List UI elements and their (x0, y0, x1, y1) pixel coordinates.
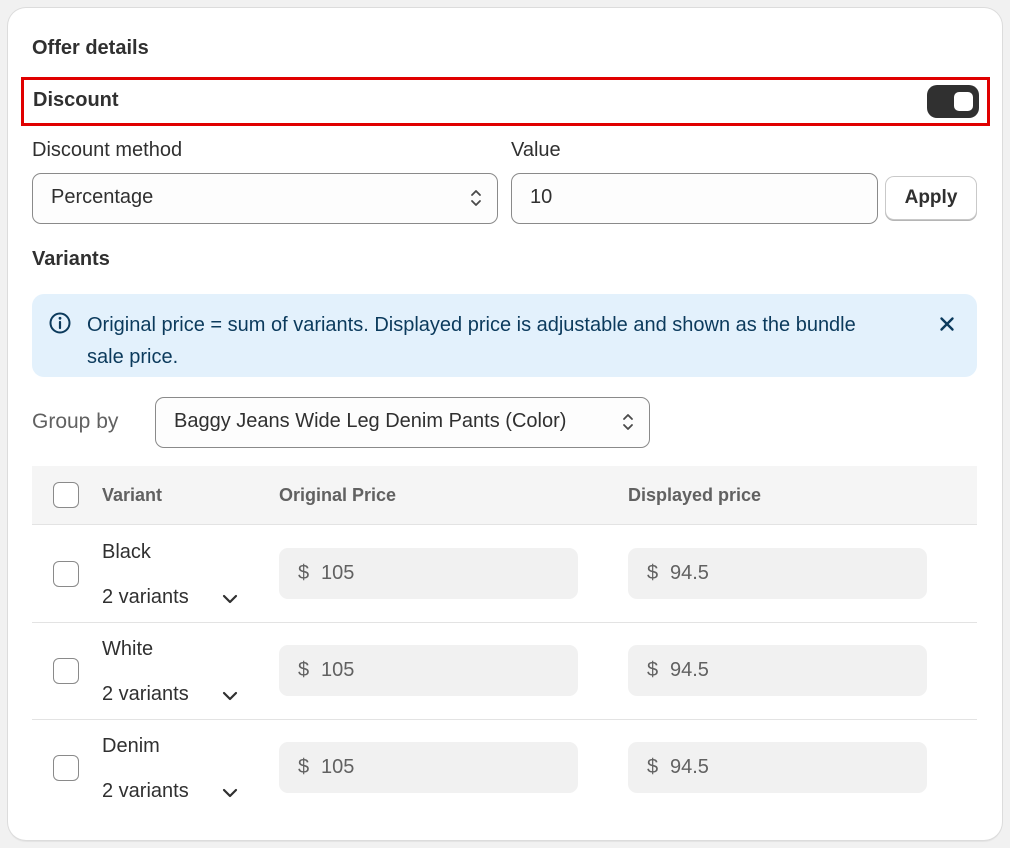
displayed-price-column-header: Displayed price (628, 485, 762, 505)
original-price-column-header: Original Price (279, 485, 397, 505)
group-by-value: Baggy Jeans Wide Leg Denim Pants (Color) (174, 410, 567, 432)
banner-message: Original price = sum of variants. Displa… (87, 314, 856, 368)
displayed-price-value: 94.5 (670, 756, 709, 778)
row-checkbox[interactable] (53, 755, 79, 781)
discount-label: Discount (33, 89, 119, 111)
currency-symbol: $ (298, 659, 310, 681)
table-row: Black 2 variants $ 105 $ 94.5 (32, 526, 977, 623)
group-by-label: Group by (32, 410, 119, 433)
chevron-down-icon[interactable] (220, 589, 240, 609)
currency-symbol: $ (647, 659, 659, 681)
value-label: Value (511, 139, 561, 161)
variant-name: Black (102, 541, 151, 563)
currency-symbol: $ (647, 756, 659, 778)
variants-title: Variants (32, 248, 110, 270)
info-circle-icon (49, 312, 71, 334)
displayed-price-field[interactable]: $ 94.5 (628, 742, 927, 793)
info-banner: Original price = sum of variants. Displa… (32, 294, 977, 377)
row-checkbox[interactable] (53, 658, 79, 684)
variant-column-header: Variant (102, 485, 163, 505)
currency-symbol: $ (298, 756, 310, 778)
original-price-field: $ 105 (279, 548, 578, 599)
variant-name: White (102, 638, 154, 660)
offer-details-card: Offer details Discount Discount method V… (8, 8, 1002, 840)
value-input-text: 10 (530, 186, 553, 208)
original-price-field: $ 105 (279, 742, 578, 793)
table-row: Denim 2 variants $ 105 $ 94.5 (32, 720, 977, 817)
value-input[interactable]: 10 (511, 173, 878, 224)
discount-method-label: Discount method (32, 139, 183, 161)
variants-table-header: Variant Original Price Displayed price (32, 466, 977, 525)
chevron-up-down-icon (623, 414, 633, 430)
group-by-select[interactable]: Baggy Jeans Wide Leg Denim Pants (Color) (155, 397, 650, 448)
chevron-down-icon[interactable] (220, 686, 240, 706)
original-price-value: 105 (321, 756, 355, 778)
displayed-price-value: 94.5 (670, 562, 709, 584)
variant-count: 2 variants (102, 683, 189, 705)
table-row: White 2 variants $ 105 $ 94.5 (32, 623, 977, 720)
offer-details-title: Offer details (32, 37, 149, 59)
chevron-up-down-icon (471, 190, 481, 206)
currency-symbol: $ (647, 562, 659, 584)
chevron-down-icon[interactable] (220, 783, 240, 803)
apply-button[interactable]: Apply (885, 176, 977, 220)
displayed-price-field[interactable]: $ 94.5 (628, 645, 927, 696)
original-price-field: $ 105 (279, 645, 578, 696)
discount-method-select[interactable]: Percentage (32, 173, 498, 224)
row-checkbox[interactable] (53, 561, 79, 587)
discount-toggle[interactable] (927, 85, 979, 118)
toggle-knob (954, 92, 973, 111)
variant-name: Denim (102, 735, 160, 757)
variant-count: 2 variants (102, 586, 189, 608)
select-all-checkbox[interactable] (53, 482, 79, 508)
displayed-price-field[interactable]: $ 94.5 (628, 548, 927, 599)
variant-count: 2 variants (102, 780, 189, 802)
original-price-value: 105 (321, 562, 355, 584)
discount-method-value: Percentage (51, 186, 154, 208)
discount-row: Discount (21, 77, 990, 126)
currency-symbol: $ (298, 562, 310, 584)
close-icon[interactable] (935, 312, 959, 336)
original-price-value: 105 (321, 659, 355, 681)
displayed-price-value: 94.5 (670, 659, 709, 681)
